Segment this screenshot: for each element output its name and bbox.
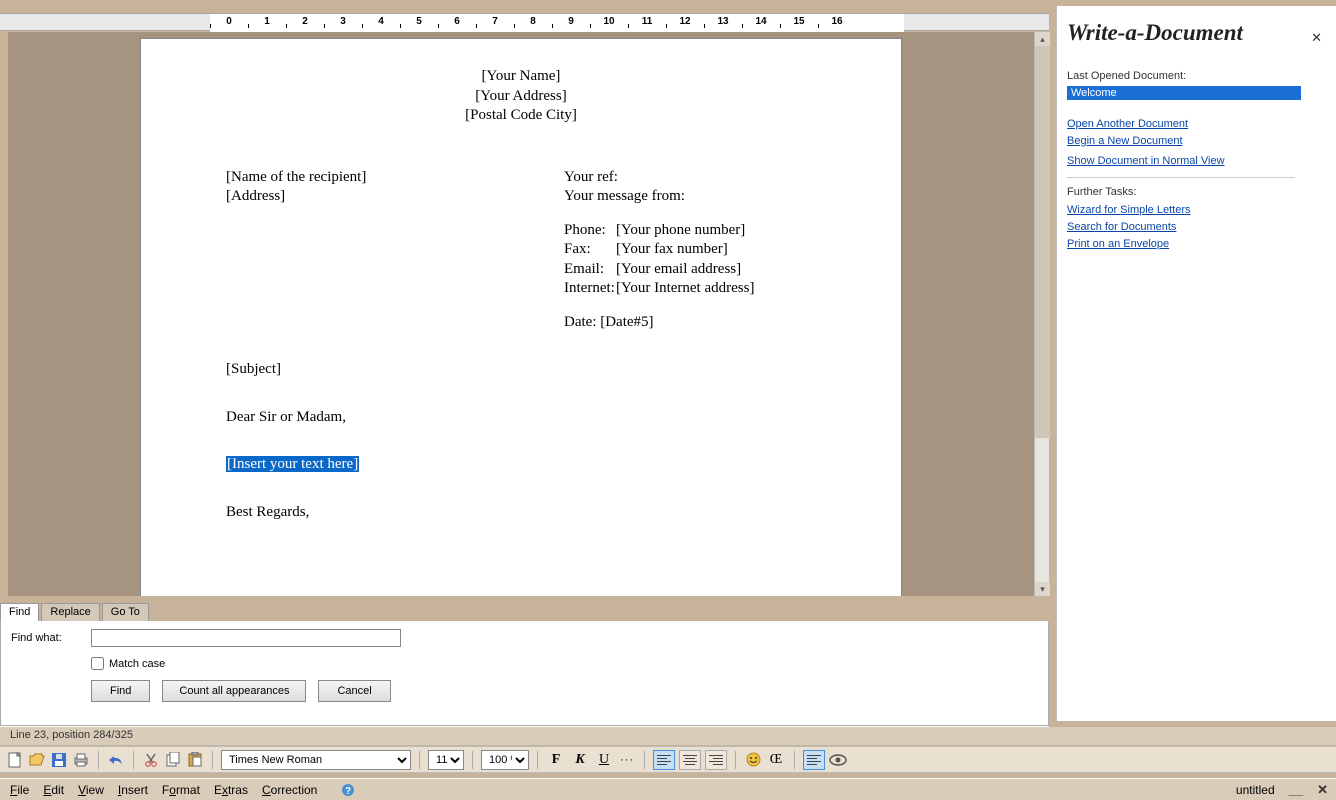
find-what-label: Find what:	[11, 632, 91, 644]
document-title: untitled	[1236, 783, 1275, 797]
menu-bar: File Edit View Insert Format Extras Corr…	[0, 778, 1336, 800]
horizontal-ruler[interactable]: 012345678910111213141516	[0, 13, 1049, 31]
menu-file[interactable]: File	[10, 783, 29, 797]
your-ref-line[interactable]: Your ref:	[564, 168, 816, 188]
close-icon[interactable]: ✕	[1311, 30, 1322, 46]
find-replace-panel: Find Replace Go To Find what: Match case…	[0, 603, 1049, 727]
match-case-checkbox[interactable]	[91, 657, 104, 670]
recent-documents-list[interactable]: Welcome	[1067, 86, 1301, 100]
italic-button[interactable]: K	[570, 750, 590, 770]
menu-view[interactable]: View	[78, 783, 104, 797]
font-family-select[interactable]: Times New Roman	[221, 750, 411, 770]
svg-text:?: ?	[345, 786, 351, 797]
cursor-position: Line 23, position 284/325	[10, 729, 133, 741]
menu-insert[interactable]: Insert	[118, 783, 148, 797]
date-line[interactable]: Date: [Date#5]	[564, 313, 816, 333]
vertical-scrollbar[interactable]: ▴ ▾	[1034, 32, 1049, 596]
count-all-button[interactable]: Count all appearances	[162, 680, 306, 702]
sender-address[interactable]: [Your Address]	[226, 87, 816, 107]
sender-postal[interactable]: [Postal Code City]	[226, 106, 816, 126]
scroll-down-icon[interactable]: ▾	[1035, 582, 1050, 596]
link-search-docs[interactable]: Search for Documents	[1067, 221, 1336, 233]
view-mode-button[interactable]	[803, 750, 825, 770]
cancel-button[interactable]: Cancel	[318, 680, 390, 702]
menu-extras[interactable]: Extras	[214, 783, 248, 797]
sender-name[interactable]: [Your Name]	[226, 67, 816, 87]
further-tasks-label: Further Tasks:	[1067, 186, 1336, 198]
undo-icon[interactable]	[107, 751, 125, 769]
underline-button[interactable]: U	[594, 750, 614, 770]
menu-correction[interactable]: Correction	[262, 783, 317, 797]
tab-find[interactable]: Find	[0, 603, 39, 621]
salutation[interactable]: Dear Sir or Madam,	[226, 408, 816, 428]
document-viewport: [Your Name] [Your Address] [Postal Code …	[8, 32, 1049, 596]
align-left-button[interactable]	[653, 750, 675, 770]
align-center-button[interactable]	[679, 750, 701, 770]
subject-line[interactable]: [Subject]	[226, 360, 816, 380]
zoom-select[interactable]: 100 %	[481, 750, 529, 770]
copy-icon[interactable]	[164, 751, 182, 769]
find-input[interactable]	[91, 629, 401, 647]
new-document-icon[interactable]	[6, 751, 24, 769]
link-print-envelope[interactable]: Print on an Envelope	[1067, 238, 1336, 250]
recipient-address[interactable]: [Address]	[226, 187, 564, 207]
tab-goto[interactable]: Go To	[102, 603, 149, 621]
match-case-label: Match case	[109, 658, 165, 670]
scroll-up-icon[interactable]: ▴	[1035, 32, 1050, 46]
print-icon[interactable]	[72, 751, 90, 769]
link-normal-view[interactable]: Show Document in Normal View	[1067, 155, 1336, 167]
paste-icon[interactable]	[186, 751, 204, 769]
last-opened-label: Last Opened Document:	[1067, 70, 1336, 82]
font-size-select[interactable]: 11	[428, 750, 464, 770]
link-wizard[interactable]: Wizard for Simple Letters	[1067, 204, 1336, 216]
cut-icon[interactable]	[142, 751, 160, 769]
message-from-line[interactable]: Your message from:	[564, 187, 816, 207]
menu-edit[interactable]: Edit	[43, 783, 64, 797]
body-placeholder-selected[interactable]: [Insert your text here]	[226, 456, 359, 472]
status-bar: Line 23, position 284/325	[0, 727, 1336, 745]
editor-area: 012345678910111213141516 [Your Name] [Yo…	[0, 6, 1049, 720]
emoji-icon[interactable]	[744, 751, 762, 769]
window-close-icon[interactable]: ✕	[1317, 782, 1328, 798]
scrollbar-thumb[interactable]	[1035, 46, 1050, 438]
tab-replace[interactable]: Replace	[41, 603, 99, 621]
task-pane: Write-a-Document ✕ Last Opened Document:…	[1056, 6, 1336, 721]
recent-document-item[interactable]: Welcome	[1067, 86, 1301, 100]
align-right-button[interactable]	[705, 750, 727, 770]
find-button[interactable]: Find	[91, 680, 150, 702]
bold-button[interactable]: F	[546, 750, 566, 770]
document-page[interactable]: [Your Name] [Your Address] [Postal Code …	[140, 38, 902, 596]
link-open-another[interactable]: Open Another Document	[1067, 118, 1336, 130]
help-icon[interactable]: ?	[339, 781, 357, 799]
closing[interactable]: Best Regards,	[226, 503, 816, 523]
special-char-button[interactable]: Œ	[766, 750, 786, 770]
link-begin-new[interactable]: Begin a New Document	[1067, 135, 1336, 147]
task-pane-title: Write-a-Document	[1067, 20, 1336, 46]
minimize-icon[interactable]: __	[1289, 782, 1303, 797]
preview-icon[interactable]	[829, 751, 847, 769]
recipient-name[interactable]: [Name of the recipient]	[226, 168, 564, 188]
more-formatting-icon[interactable]: ···	[618, 751, 636, 769]
menu-format[interactable]: Format	[162, 783, 200, 797]
save-icon[interactable]	[50, 751, 68, 769]
formatting-toolbar: Times New Roman 11 100 % F K U ··· Œ	[0, 746, 1336, 773]
open-document-icon[interactable]	[28, 751, 46, 769]
